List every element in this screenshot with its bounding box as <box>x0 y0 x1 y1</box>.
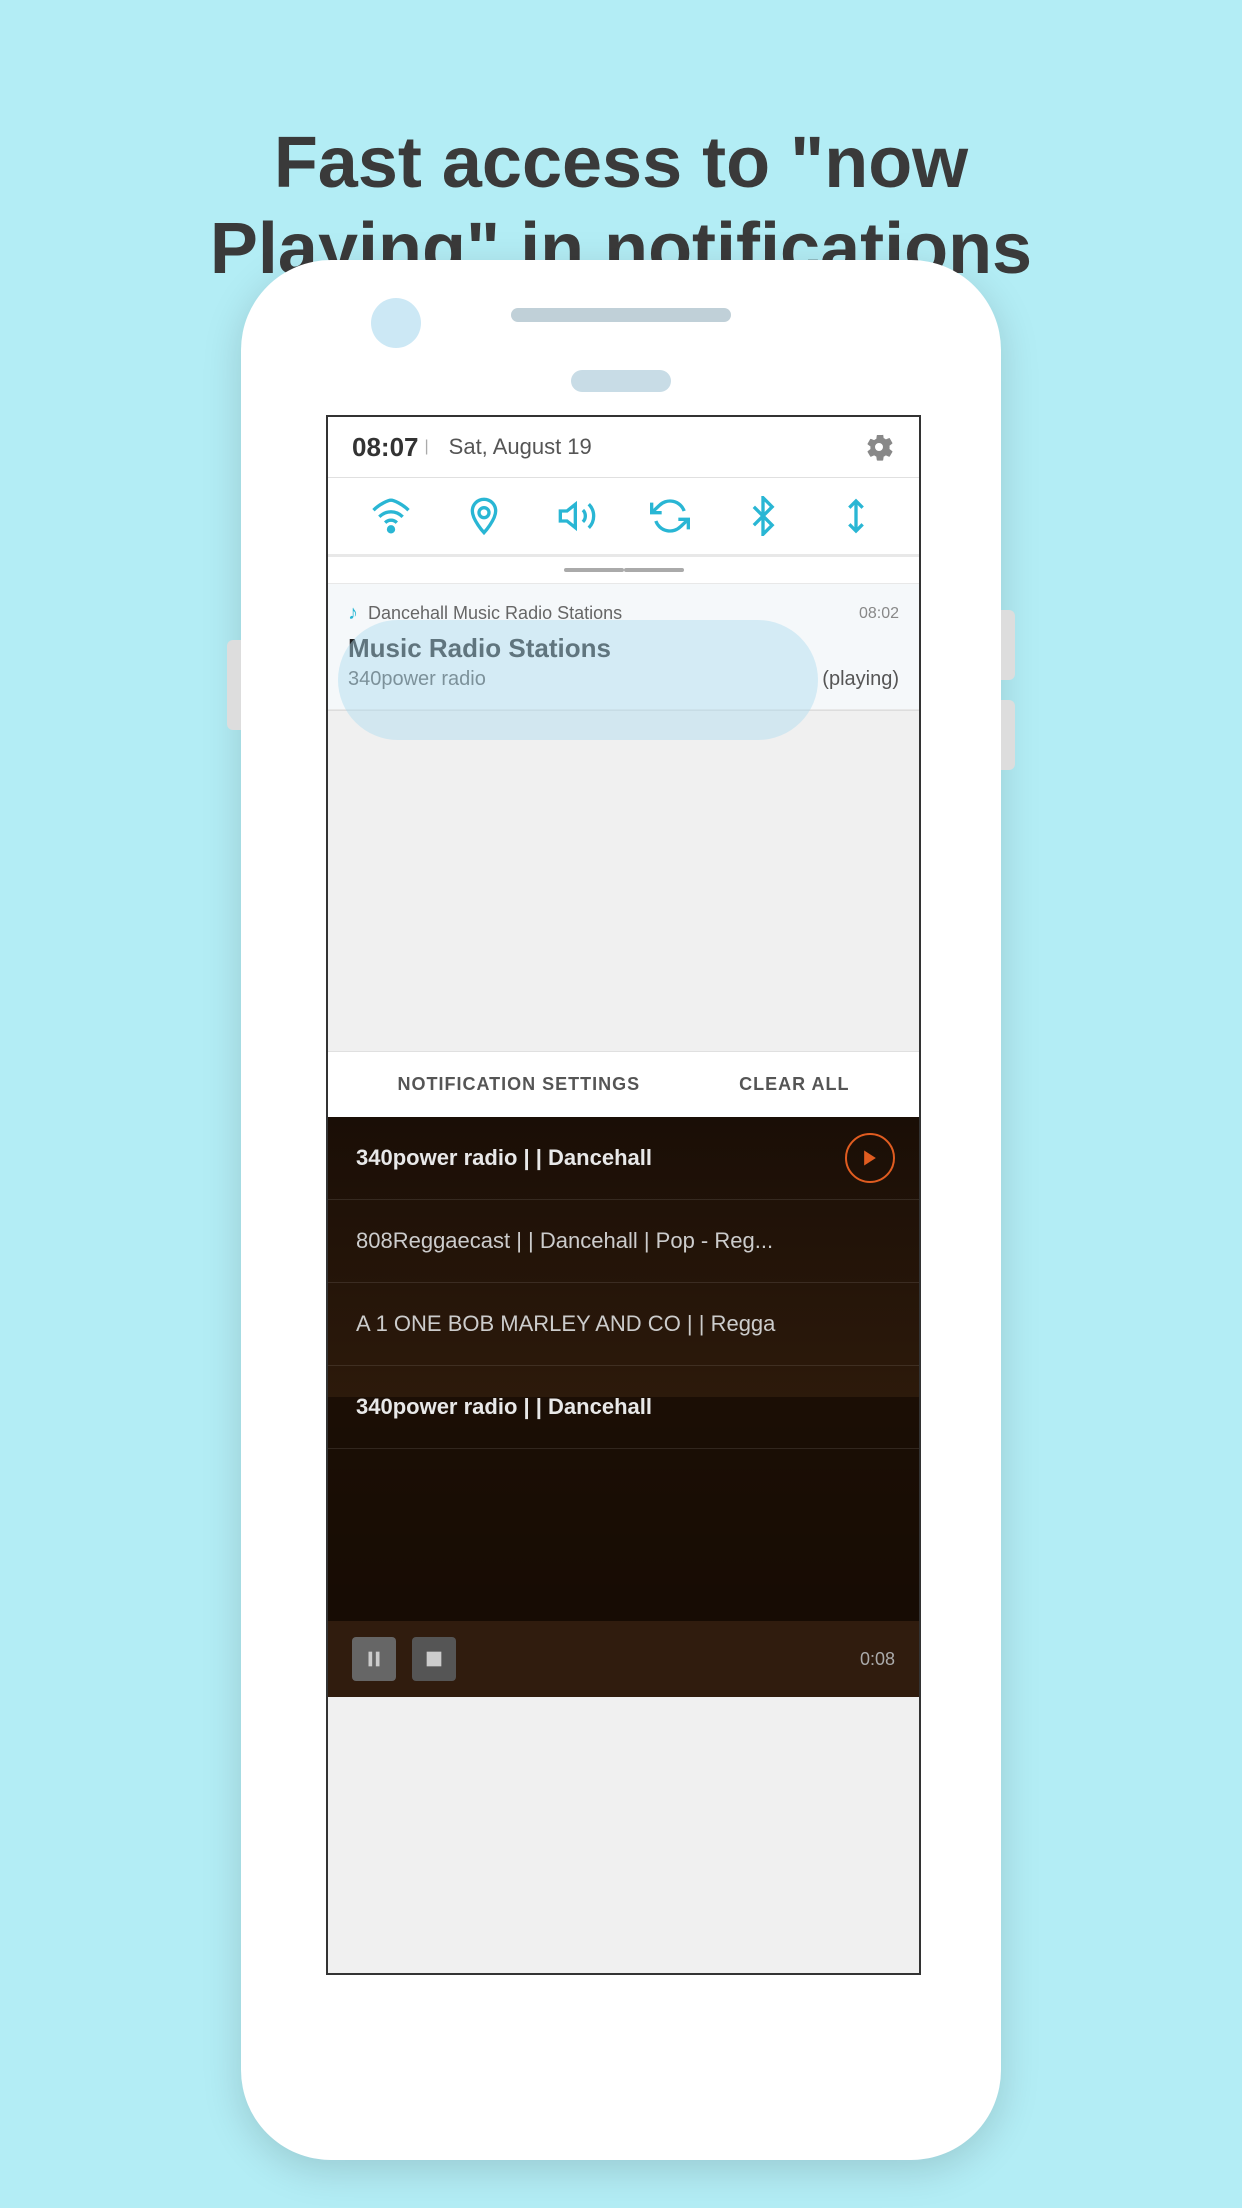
phone-body: 08:07 | Sat, August 19 <box>241 260 1001 2160</box>
status-time: 08:07 <box>352 432 419 463</box>
station-row[interactable]: 340power radio | | Dancehall <box>328 1366 919 1449</box>
notification-item[interactable]: ♪ Dancehall Music Radio Stations 08:02 M… <box>328 584 919 710</box>
station-name-1: 340power radio | | Dancehall <box>356 1145 652 1171</box>
sync-icon <box>650 496 690 536</box>
phone-home-button <box>571 370 671 392</box>
phone-volume-down <box>1001 700 1015 770</box>
stop-button[interactable] <box>412 1637 456 1681</box>
station-row[interactable]: 340power radio | | Dancehall <box>328 1117 919 1200</box>
phone-volume-up <box>1001 610 1015 680</box>
app-screen: 340power radio | | Dancehall 808Reggaeca… <box>328 1117 919 1697</box>
clear-all-button[interactable]: CLEAR ALL <box>739 1074 849 1095</box>
status-date: Sat, August 19 <box>449 434 592 460</box>
notification-station: 340power radio <box>348 668 486 691</box>
stop-icon <box>423 1648 445 1670</box>
phone-screen: 08:07 | Sat, August 19 <box>326 415 921 1975</box>
notification-settings-button[interactable]: NOTIFICATION SETTINGS <box>398 1074 641 1095</box>
pause-button[interactable] <box>352 1637 396 1681</box>
transfer-icon <box>836 496 876 536</box>
station-name-2: 808Reggaecast | | Dancehall | Pop - Reg.… <box>356 1228 773 1253</box>
location-icon <box>464 496 504 536</box>
station-list: 340power radio | | Dancehall 808Reggaeca… <box>328 1117 919 1449</box>
phone-camera <box>371 298 421 348</box>
notification-title: Music Radio Stations <box>348 633 899 664</box>
station-row[interactable]: 808Reggaecast | | Dancehall | Pop - Reg.… <box>328 1200 919 1283</box>
play-circle-1 <box>845 1133 895 1183</box>
station-name-4: 340power radio | | Dancehall <box>356 1394 652 1419</box>
station-name-3: A 1 ONE BOB MARLEY AND CO | | Regga <box>356 1311 775 1336</box>
phone-power-button <box>227 640 241 730</box>
quick-settings-bar <box>328 478 919 557</box>
play-icon-1 <box>860 1148 880 1168</box>
notification-action-bar: NOTIFICATION SETTINGS CLEAR ALL <box>328 1051 919 1117</box>
notification-time: 08:02 <box>859 605 899 623</box>
notification-header: ♪ Dancehall Music Radio Stations 08:02 <box>348 602 899 625</box>
player-controls <box>352 1637 456 1681</box>
notification-playing-status: (playing) <box>822 668 899 691</box>
phone-speaker <box>511 308 731 322</box>
player-time: 0:08 <box>860 1649 895 1670</box>
wifi-icon <box>371 496 411 536</box>
status-separator: | <box>425 438 429 456</box>
station-row[interactable]: A 1 ONE BOB MARLEY AND CO | | Regga <box>328 1283 919 1366</box>
volume-icon <box>557 496 597 536</box>
play-button-1[interactable] <box>845 1133 895 1183</box>
notification-app-name: Dancehall Music Radio Stations <box>368 603 859 624</box>
phone-mockup: 08:07 | Sat, August 19 <box>241 260 1001 2160</box>
music-note-icon: ♪ <box>348 602 358 625</box>
bluetooth-icon <box>743 496 783 536</box>
status-right-icons <box>863 431 895 463</box>
pause-icon <box>363 1648 385 1670</box>
player-bar: 0:08 <box>328 1621 919 1697</box>
notification-subtitle: 340power radio (playing) <box>348 668 899 691</box>
notification-empty-space <box>328 711 919 1051</box>
drag-handle <box>328 557 919 584</box>
gear-icon <box>863 431 895 463</box>
status-bar: 08:07 | Sat, August 19 <box>328 417 919 478</box>
